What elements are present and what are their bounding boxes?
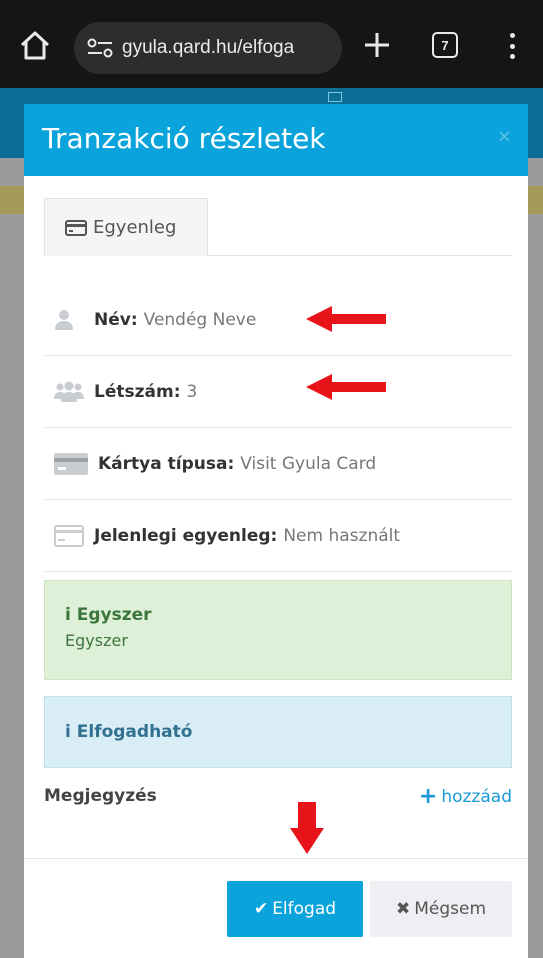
field-value: Vendég Neve bbox=[143, 309, 257, 330]
credit-card-icon bbox=[54, 452, 88, 475]
close-icon[interactable]: × bbox=[497, 126, 512, 147]
field-value: 3 bbox=[186, 381, 198, 402]
qr-icon bbox=[328, 92, 342, 102]
user-icon bbox=[55, 309, 73, 330]
url-text[interactable]: gyula.qard.hu/elfoga bbox=[122, 37, 294, 59]
transaction-details-modal: Tranzakció részletek × Egyenleg Név: Ven… bbox=[24, 104, 528, 958]
field-label: Létszám: bbox=[94, 381, 181, 402]
tab-switcher-button[interactable]: 7 bbox=[432, 32, 458, 58]
tab-divider bbox=[208, 255, 512, 256]
users-icon bbox=[54, 381, 84, 402]
alert-body: Egyszer bbox=[65, 631, 128, 650]
plus-icon: + bbox=[418, 784, 438, 809]
tab-label: Egyenleg bbox=[93, 217, 177, 238]
field-headcount: Létszám: 3 bbox=[44, 356, 512, 428]
field-name: Név: Vendég Neve bbox=[44, 284, 512, 356]
new-tab-icon[interactable] bbox=[362, 30, 392, 60]
field-label: Kártya típusa: bbox=[98, 453, 235, 474]
info-icon: i bbox=[65, 722, 71, 742]
add-note-link[interactable]: + hozzáad bbox=[419, 784, 512, 809]
more-menu-icon[interactable] bbox=[502, 30, 522, 62]
accept-button[interactable]: ✔ Elfogad bbox=[227, 881, 363, 937]
field-label: Jelenlegi egyenleg: bbox=[94, 525, 278, 546]
alert-success: i Egyszer Egyszer bbox=[44, 580, 512, 680]
field-value: Visit Gyula Card bbox=[240, 453, 377, 474]
note-label: Megjegyzés bbox=[44, 786, 157, 806]
modal-header: Tranzakció részletek × bbox=[24, 104, 528, 176]
field-current-balance: Jelenlegi egyenleg: Nem használt bbox=[44, 500, 512, 572]
background-banner bbox=[528, 186, 543, 214]
field-label: Név: bbox=[94, 309, 138, 330]
alert-title: i Egyszer bbox=[65, 605, 152, 625]
footer-divider bbox=[24, 858, 528, 859]
browser-toolbar: gyula.qard.hu/elfoga 7 bbox=[0, 0, 543, 88]
annotation-arrow bbox=[306, 374, 386, 400]
site-settings-icon[interactable] bbox=[86, 36, 114, 60]
background-page bbox=[0, 158, 24, 958]
background-banner bbox=[0, 186, 24, 214]
check-icon: ✔ bbox=[253, 899, 269, 919]
credit-card-icon bbox=[65, 219, 87, 236]
tab-balance[interactable]: Egyenleg bbox=[44, 198, 208, 256]
annotation-arrow bbox=[306, 306, 386, 332]
field-value: Nem használt bbox=[283, 525, 401, 546]
cancel-button[interactable]: ✖ Mégsem bbox=[370, 881, 512, 937]
background-page bbox=[528, 158, 543, 958]
home-icon[interactable] bbox=[18, 28, 52, 62]
modal-title: Tranzakció részletek bbox=[42, 122, 326, 155]
annotation-arrow-down bbox=[290, 802, 324, 854]
alert-title: i Elfogadható bbox=[65, 722, 193, 742]
field-card-type: Kártya típusa: Visit Gyula Card bbox=[44, 428, 512, 500]
address-bar[interactable]: gyula.qard.hu/elfoga bbox=[74, 22, 342, 74]
info-icon: i bbox=[65, 605, 71, 625]
alert-info: i Elfogadható bbox=[44, 696, 512, 768]
credit-card-outline-icon bbox=[54, 524, 84, 547]
close-icon: ✖ bbox=[395, 899, 411, 919]
